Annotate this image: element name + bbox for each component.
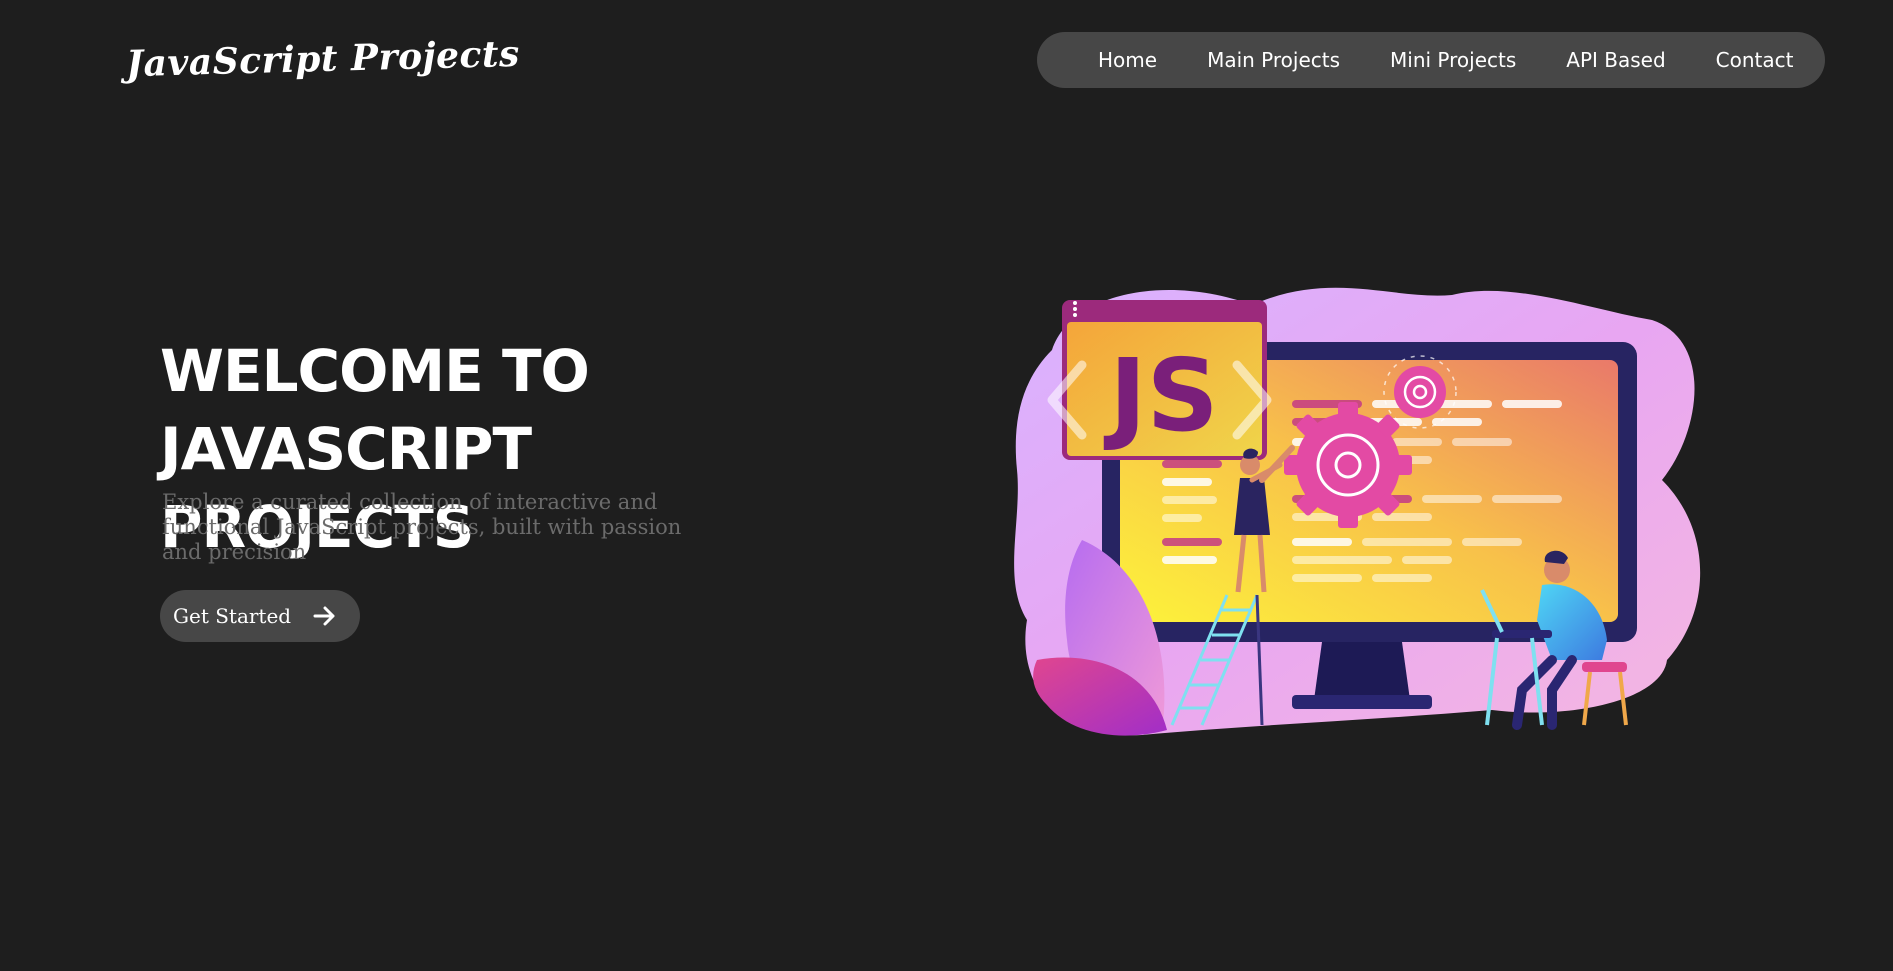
nav-api-based[interactable]: API Based (1566, 48, 1665, 72)
get-started-label: Get Started (173, 604, 292, 628)
main-nav: Home Main Projects Mini Projects API Bas… (1037, 32, 1825, 88)
hero-description: Explore a curated collection of interact… (162, 490, 682, 564)
nav-mini-projects[interactable]: Mini Projects (1390, 48, 1516, 72)
developer-illustration: JS (1014, 287, 1701, 736)
get-started-button[interactable]: Get Started (160, 590, 360, 642)
nav-contact[interactable]: Contact (1716, 48, 1794, 72)
arrow-right-icon (313, 606, 337, 626)
nav-home[interactable]: Home (1098, 48, 1157, 72)
hero-title-line-1: Welcome to (160, 337, 590, 405)
js-logo-text: JS (1103, 337, 1218, 454)
gear-icon (1284, 402, 1412, 528)
nav-main-projects[interactable]: Main Projects (1207, 48, 1340, 72)
site-logo[interactable]: JavaScript Projects (126, 33, 521, 85)
